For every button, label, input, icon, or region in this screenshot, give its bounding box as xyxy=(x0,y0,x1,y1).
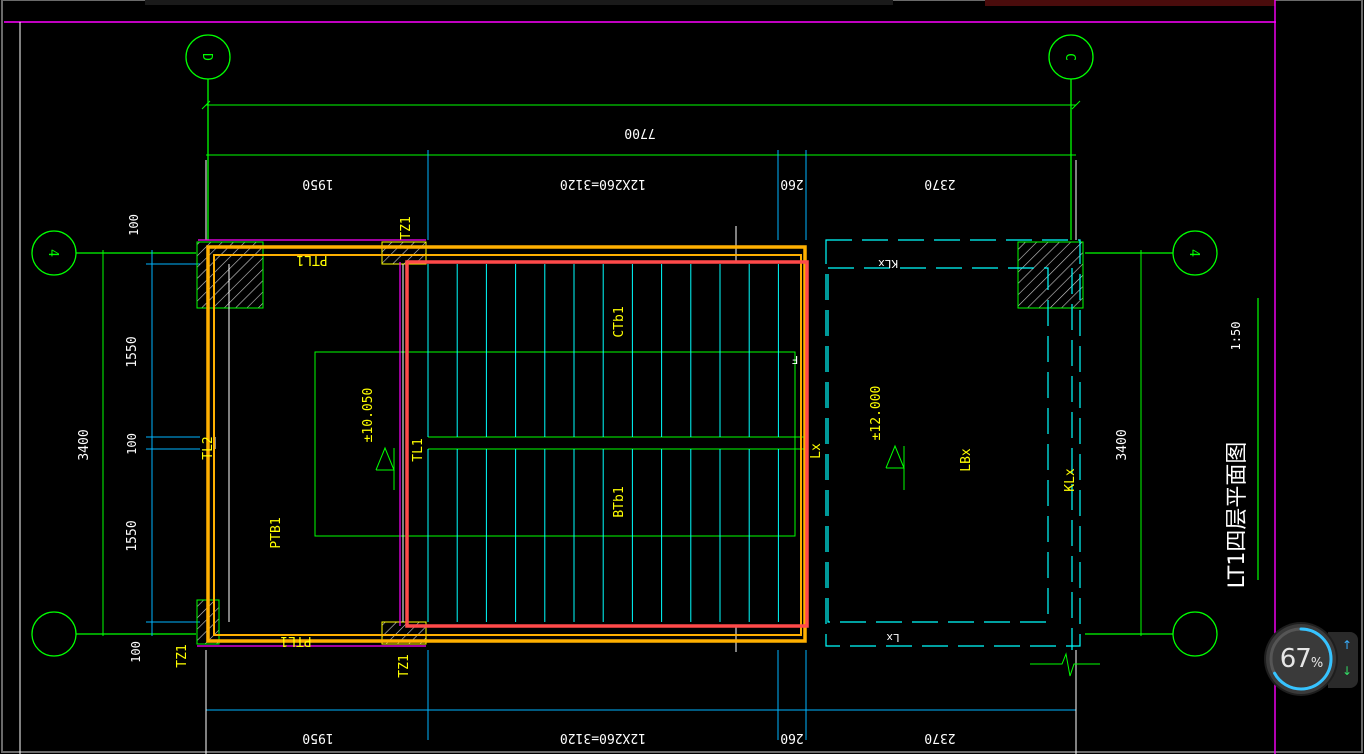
dim-text-left-overall: 3400 xyxy=(77,429,92,460)
cad-viewport[interactable]: D C 4 4 7700 1950 12X260=3120 260 2370 1… xyxy=(0,0,1364,754)
dim-text-seg2-bottom: 12X260=3120 xyxy=(560,730,646,745)
label-ptl1-top: PTL1 xyxy=(296,252,327,267)
dim-text-seg1: 1950 xyxy=(302,176,333,191)
dim-text-seg1-bottom: 1950 xyxy=(302,730,333,745)
label-lx-bottom: Lx xyxy=(886,631,900,644)
label-ctb1: CTb1 xyxy=(612,306,627,337)
dim-text-left-1: 100 xyxy=(127,214,141,236)
axis-label-4-left: 4 xyxy=(45,249,60,257)
label-elevation-2: ±12.000 xyxy=(869,386,884,441)
label-tz1-bottom-left: TZ1 xyxy=(175,644,190,667)
label-f-mark: F xyxy=(792,353,799,366)
label-klx-top: KLx xyxy=(878,257,898,270)
top-red-strip xyxy=(985,0,1275,6)
label-elevation-1: ±10.050 xyxy=(361,388,376,443)
arrow-down-icon[interactable]: ↓ xyxy=(1342,664,1352,678)
zoom-indicator[interactable]: ↑ ↓ 67% xyxy=(1266,624,1362,696)
label-tl2: TL2 xyxy=(201,436,216,459)
label-lx-mid: Lx xyxy=(809,443,824,459)
column-top-right xyxy=(1017,241,1084,309)
dim-text-left-5: 100 xyxy=(129,641,143,663)
dim-text-seg3: 260 xyxy=(780,176,803,191)
label-ptl1-bottom: PTL1 xyxy=(280,633,311,648)
zoom-dial[interactable]: 67% xyxy=(1266,624,1336,694)
label-tz1-bottom-mid: TZ1 xyxy=(397,654,412,677)
dim-text-seg4: 2370 xyxy=(924,176,955,191)
label-btb1: BTb1 xyxy=(612,486,627,517)
dim-text-seg3-bottom: 260 xyxy=(780,730,803,745)
axis-label-4-right: 4 xyxy=(1186,249,1201,257)
arrow-up-icon[interactable]: ↑ xyxy=(1342,638,1352,652)
drawing-title: LT1四层平面图 xyxy=(1225,442,1250,589)
axis-label-c: C xyxy=(1062,53,1077,61)
dim-text-left-4: 1550 xyxy=(125,520,140,551)
label-ptb1: PTB1 xyxy=(269,517,284,548)
drawing-scale: 1:50 xyxy=(1229,322,1243,351)
cad-drawing-canvas[interactable]: D C 4 4 7700 1950 12X260=3120 260 2370 1… xyxy=(0,0,1364,754)
label-klx-right: KLx xyxy=(1063,468,1078,492)
zoom-value: 67% xyxy=(1279,644,1323,674)
label-tl1: TL1 xyxy=(411,438,426,461)
dim-text-right-overall: 3400 xyxy=(1115,429,1130,460)
dim-text-left-2: 1550 xyxy=(125,336,140,367)
zoom-unit: % xyxy=(1310,656,1323,671)
axis-label-d: D xyxy=(199,53,214,61)
dim-text-overall-top: 7700 xyxy=(624,125,655,140)
dim-text-left-3: 100 xyxy=(125,433,139,455)
dim-text-seg2: 12X260=3120 xyxy=(560,176,646,191)
label-lbx: LBx xyxy=(959,448,974,472)
top-sheet-edge xyxy=(145,0,893,5)
label-tz1-top: TZ1 xyxy=(399,216,414,239)
dim-text-seg4-bottom: 2370 xyxy=(924,730,955,745)
